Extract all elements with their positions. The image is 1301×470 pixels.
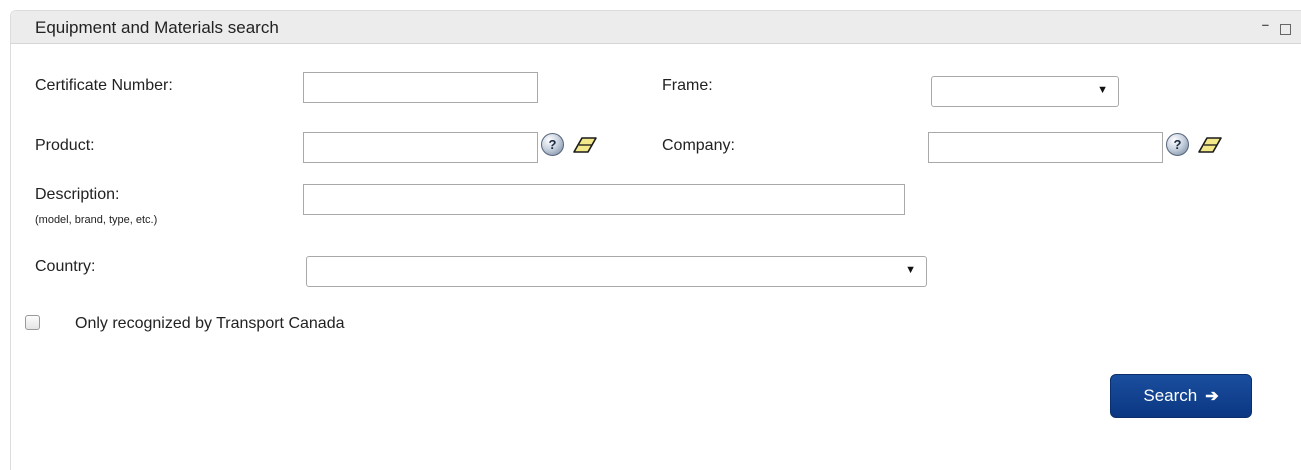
product-label: Product: — [35, 137, 95, 154]
company-help-icon[interactable]: ? — [1166, 133, 1189, 156]
minimize-button[interactable]: – — [1262, 17, 1269, 33]
description-input[interactable] — [303, 184, 905, 215]
frame-label: Frame: — [662, 77, 713, 94]
maximize-button[interactable] — [1280, 24, 1291, 35]
recognized-checkbox-label[interactable]: Only recognized by Transport Canada — [75, 315, 344, 333]
recognized-checkbox[interactable] — [25, 315, 40, 330]
panel-title: Equipment and Materials search — [35, 18, 279, 37]
description-label: Description: — [35, 186, 120, 203]
country-label: Country: — [35, 258, 96, 275]
frame-select[interactable]: ▼ — [931, 76, 1119, 107]
panel-header: Equipment and Materials search – — [11, 11, 1301, 44]
chevron-down-icon: ▼ — [1097, 84, 1108, 96]
search-button-label: Search — [1143, 386, 1198, 405]
company-label: Company: — [662, 137, 735, 154]
chevron-down-icon: ▼ — [905, 264, 916, 276]
description-hint: (model, brand, type, etc.) — [35, 214, 158, 226]
certificate-number-input[interactable] — [303, 72, 538, 103]
arrow-right-icon: ➔ — [1205, 388, 1219, 405]
product-eraser-icon[interactable] — [573, 136, 597, 154]
country-select[interactable]: ▼ — [306, 256, 927, 287]
company-input[interactable] — [928, 132, 1163, 163]
product-input[interactable] — [303, 132, 538, 163]
product-help-icon[interactable]: ? — [541, 133, 564, 156]
search-button[interactable]: Search ➔ — [1110, 374, 1252, 418]
company-eraser-icon[interactable] — [1198, 136, 1222, 154]
certificate-number-label: Certificate Number: — [35, 77, 173, 94]
